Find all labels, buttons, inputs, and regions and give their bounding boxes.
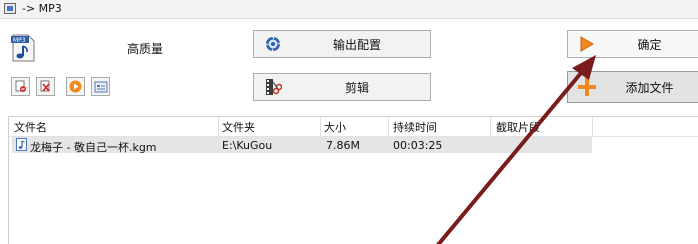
- add-file-button[interactable]: 添加文件: [567, 71, 698, 103]
- delete-button[interactable]: [36, 77, 55, 96]
- cell-duration: 00:03:25: [393, 139, 443, 152]
- column-separator[interactable]: [388, 117, 389, 136]
- mp3-format-icon[interactable]: MP3: [10, 33, 36, 63]
- music-note-icon: [16, 138, 27, 151]
- window-title: -> MP3: [22, 2, 62, 15]
- plus-icon: [576, 76, 598, 98]
- title-bar: [0, 0, 698, 19]
- edit-button[interactable]: 剪辑: [253, 73, 431, 101]
- file-list-header: [9, 117, 698, 137]
- remove-icon: [15, 80, 26, 92]
- cell-folder: E:\KuGou: [222, 139, 273, 152]
- column-header-folder[interactable]: 文件夹: [222, 119, 255, 135]
- column-header-size[interactable]: 大小: [324, 119, 346, 135]
- column-separator[interactable]: [592, 117, 593, 136]
- column-separator[interactable]: [490, 117, 491, 136]
- arrow-right-icon: [576, 33, 598, 55]
- app-icon: [4, 3, 16, 14]
- add-file-label: 添加文件: [625, 80, 674, 95]
- cell-size: 7.86M: [326, 139, 360, 152]
- remove-button[interactable]: [11, 77, 30, 96]
- delete-icon: [40, 80, 50, 92]
- column-header-name[interactable]: 文件名: [14, 119, 47, 135]
- cell-file-name: 龙梅子 - 敬自己一杯.kgm: [30, 141, 157, 154]
- play-icon: [69, 80, 82, 93]
- info-button[interactable]: [91, 77, 110, 96]
- film-edit-icon: [262, 76, 284, 98]
- ok-button[interactable]: 确定: [567, 30, 698, 58]
- column-header-duration[interactable]: 持续时间: [393, 119, 437, 135]
- ok-label: 确定: [637, 37, 662, 52]
- column-separator[interactable]: [218, 117, 219, 136]
- gear-icon: [262, 33, 284, 55]
- edit-label: 剪辑: [344, 80, 369, 95]
- output-config-label: 输出配置: [332, 37, 381, 52]
- column-header-clip[interactable]: 截取片段: [496, 119, 540, 135]
- column-separator[interactable]: [320, 117, 321, 136]
- mp3-icon-label: MP3: [13, 37, 26, 44]
- play-button[interactable]: [66, 77, 85, 96]
- output-config-button[interactable]: 输出配置: [253, 30, 431, 58]
- quality-label[interactable]: 高质量: [127, 40, 163, 57]
- info-icon: [94, 81, 107, 92]
